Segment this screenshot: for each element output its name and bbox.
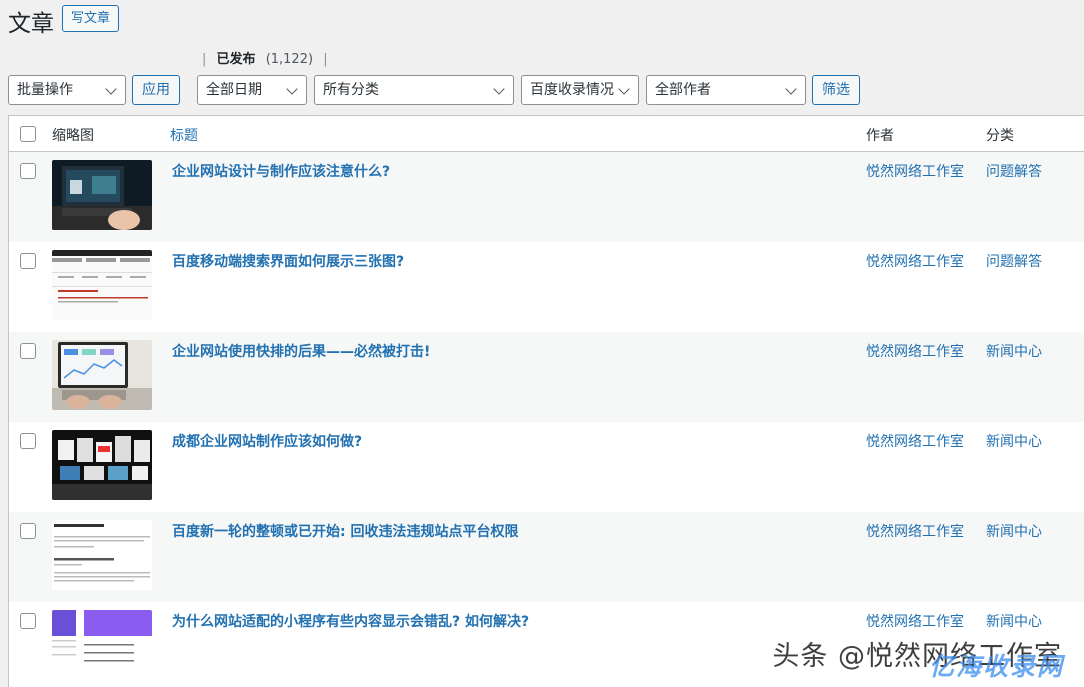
table-row: 百度新一轮的整顿或已开始: 回收违法违规站点平台权限 悦然网络工作室 新闻中心 (9, 512, 1084, 602)
category-filter-value: 所有分类 (323, 82, 379, 98)
row-checkbox[interactable] (20, 253, 36, 269)
table-row: 成都企业网站制作应该如何做? 悦然网络工作室 新闻中心 (9, 422, 1084, 512)
post-thumbnail[interactable] (52, 250, 152, 320)
column-author: 作者 (866, 128, 894, 144)
author-filter-select[interactable]: 全部作者 (646, 75, 806, 105)
add-new-post-button[interactable]: 写文章 (62, 5, 120, 32)
page-title: 文章 (8, 11, 54, 37)
row-checkbox[interactable] (20, 163, 36, 179)
row-checkbox[interactable] (20, 343, 36, 359)
post-status-filter: | 已发布 (1,122) | (196, 48, 334, 67)
post-category-link[interactable]: 新闻中心 (986, 521, 1042, 541)
post-title-link[interactable]: 企业网站设计与制作应该注意什么? (172, 161, 390, 181)
column-title[interactable]: 标题 (170, 125, 198, 145)
separator: | (202, 52, 207, 67)
post-title-link[interactable]: 成都企业网站制作应该如何做? (172, 431, 362, 451)
post-title-link[interactable]: 百度移动端搜索界面如何展示三张图? (172, 251, 404, 271)
bulk-actions-select[interactable]: 批量操作 (8, 75, 126, 105)
column-thumbnail: 缩略图 (52, 128, 94, 144)
table-header: 缩略图 标题 作者 分类 (9, 116, 1084, 152)
watermark-logo-text: 亿海收录网 (928, 652, 1064, 681)
posts-table: 缩略图 标题 作者 分类 企业网站设计与制作应该注意什么? 悦然网络工作室 问题… (8, 115, 1084, 687)
date-filter-value: 全部日期 (206, 82, 262, 98)
post-category-link[interactable]: 新闻中心 (986, 341, 1042, 361)
post-thumbnail[interactable] (52, 430, 152, 500)
row-checkbox[interactable] (20, 433, 36, 449)
chevron-down-icon (493, 83, 505, 95)
author-filter-value: 全部作者 (655, 82, 711, 98)
post-title-link[interactable]: 企业网站使用快排的后果——必然被打击! (172, 341, 430, 361)
filter-button[interactable]: 筛选 (812, 75, 860, 105)
row-checkbox[interactable] (20, 523, 36, 539)
table-row: 企业网站使用快排的后果——必然被打击! 悦然网络工作室 新闻中心 (9, 332, 1084, 422)
post-thumbnail[interactable] (52, 340, 152, 410)
post-category-link[interactable]: 新闻中心 (986, 431, 1042, 451)
post-author-link[interactable]: 悦然网络工作室 (866, 161, 964, 181)
post-category-link[interactable]: 新闻中心 (986, 611, 1042, 631)
post-category-link[interactable]: 问题解答 (986, 161, 1042, 181)
post-thumbnail[interactable] (52, 610, 152, 680)
date-filter-select[interactable]: 全部日期 (197, 75, 307, 105)
post-author-link[interactable]: 悦然网络工作室 (866, 341, 964, 361)
post-category-link[interactable]: 问题解答 (986, 251, 1042, 271)
post-thumbnail[interactable] (52, 520, 152, 590)
separator: | (323, 52, 328, 67)
column-category: 分类 (986, 128, 1014, 144)
bulk-actions-value: 批量操作 (17, 82, 73, 98)
post-author-link[interactable]: 悦然网络工作室 (866, 521, 964, 541)
post-title-link[interactable]: 为什么网站适配的小程序有些内容显示会错乱? 如何解决? (172, 611, 529, 631)
category-filter-select[interactable]: 所有分类 (314, 75, 514, 105)
post-author-link[interactable]: 悦然网络工作室 (866, 431, 964, 451)
baidu-index-filter-select[interactable]: 百度收录情况 (521, 75, 639, 105)
table-row: 百度移动端搜索界面如何展示三张图? 悦然网络工作室 问题解答 (9, 242, 1084, 332)
chevron-down-icon (105, 83, 117, 95)
select-all-checkbox[interactable] (20, 126, 36, 142)
published-count: (1,122) (265, 52, 314, 67)
chevron-down-icon (286, 83, 298, 95)
apply-button[interactable]: 应用 (132, 75, 180, 105)
baidu-index-filter-value: 百度收录情况 (530, 82, 614, 98)
post-thumbnail[interactable] (52, 160, 152, 230)
published-view-link[interactable]: 已发布 (217, 52, 256, 67)
post-author-link[interactable]: 悦然网络工作室 (866, 251, 964, 271)
post-author-link[interactable]: 悦然网络工作室 (866, 611, 964, 631)
post-title-link[interactable]: 百度新一轮的整顿或已开始: 回收违法违规站点平台权限 (172, 521, 518, 541)
chevron-down-icon (618, 83, 630, 95)
chevron-down-icon (785, 83, 797, 95)
row-checkbox[interactable] (20, 613, 36, 629)
table-row: 企业网站设计与制作应该注意什么? 悦然网络工作室 问题解答 (9, 152, 1084, 242)
